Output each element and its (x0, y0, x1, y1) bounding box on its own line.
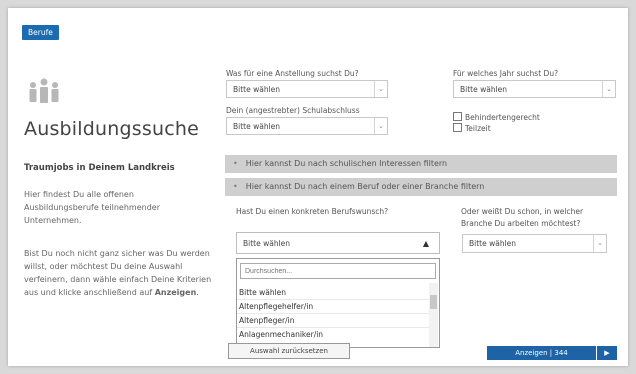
list-item[interactable]: Bitte wählen (237, 286, 429, 300)
beruf-question: Hast Du einen konkreten Berufswunsch? (236, 207, 389, 216)
list-item[interactable]: Anlagenmechaniker/in (237, 328, 429, 342)
section-schulisch[interactable]: • Hier kannst Du nach schulischen Interes… (225, 155, 617, 173)
checkbox-box[interactable] (453, 112, 462, 121)
schulabschluss-value: Bitte wählen (233, 122, 281, 131)
bullet: • (233, 182, 238, 191)
schulabschluss-select[interactable]: Bitte wählen ⌄ (226, 117, 388, 135)
instructions-bold: Anzeigen (154, 288, 197, 297)
list-item[interactable]: Altenpfleger/in (237, 314, 429, 328)
intro-paragraph: Hier findest Du alle offenen Ausbildungs… (24, 190, 160, 225)
anstellung-value: Bitte wählen (233, 85, 281, 94)
arrow-right-icon[interactable]: ▶ (597, 346, 617, 360)
page-subtitle: Traumjobs in Deinem Landkreis (24, 163, 175, 173)
anstellung-label: Was für eine Anstellung suchst Du? (226, 69, 359, 78)
checkbox-label: Teilzeit (465, 124, 491, 133)
show-results-button[interactable]: Anzeigen | 344 (487, 346, 596, 360)
scrollbar-thumb[interactable] (430, 295, 437, 309)
chevron-down-icon: ⌄ (374, 118, 387, 134)
bullet: • (233, 159, 238, 168)
people-icon (26, 76, 62, 108)
section-schulisch-label: Hier kannst Du nach schulischen Interess… (245, 159, 448, 168)
chevron-down-icon: ⌄ (374, 81, 387, 97)
scrollbar[interactable] (429, 283, 438, 347)
section-beruf[interactable]: • Hier kannst Du nach einem Beruf oder ei… (225, 178, 617, 196)
checkbox-label: Behindertengerecht (465, 113, 540, 122)
checkbox-box[interactable] (453, 123, 462, 132)
schulabschluss-label: Dein (angestrebter) Schulabschluss (226, 106, 360, 115)
branche-value: Bitte wählen (469, 239, 517, 248)
checkbox-teilzeit[interactable]: Teilzeit (453, 123, 491, 133)
anstellung-select[interactable]: Bitte wählen ⌄ (226, 80, 388, 98)
checkbox-behindertengerecht[interactable]: Behindertengerecht (453, 112, 540, 122)
instructions-end: . (196, 288, 199, 297)
section-beruf-label: Hier kannst Du nach einem Beruf oder ein… (245, 182, 485, 191)
tab-berufe[interactable]: Berufe (22, 25, 59, 40)
branche-question-1: Oder weißt Du schon, in welcher (461, 207, 584, 216)
jahr-select[interactable]: Bitte wählen ⌄ (453, 80, 616, 98)
page-title: Ausbildungssuche (24, 118, 199, 140)
jahr-label: Für welches Jahr suchst Du? (453, 69, 559, 78)
list-item[interactable]: Altenpflegehelfer/in (237, 300, 429, 314)
chevron-down-icon: ⌄ (602, 81, 615, 97)
branche-question-2: Branche Du arbeiten möchtest? (461, 219, 581, 228)
beruf-dropdown: Bitte wählen Altenpflegehelfer/in Altenp… (236, 258, 440, 348)
chevron-down-icon: ⌄ (593, 235, 606, 252)
beruf-value: Bitte wählen (243, 239, 291, 248)
reset-button[interactable]: Auswahl zurücksetzen (228, 343, 350, 359)
jahr-value: Bitte wählen (460, 85, 508, 94)
instructions-paragraph: Bist Du noch nicht ganz sicher was Du we… (24, 247, 216, 299)
search-input[interactable] (240, 263, 436, 279)
caret-up-icon: ▲ (422, 239, 429, 248)
beruf-select[interactable]: Bitte wählen ▲ (236, 232, 440, 254)
branche-select[interactable]: Bitte wählen ⌄ (462, 234, 607, 253)
